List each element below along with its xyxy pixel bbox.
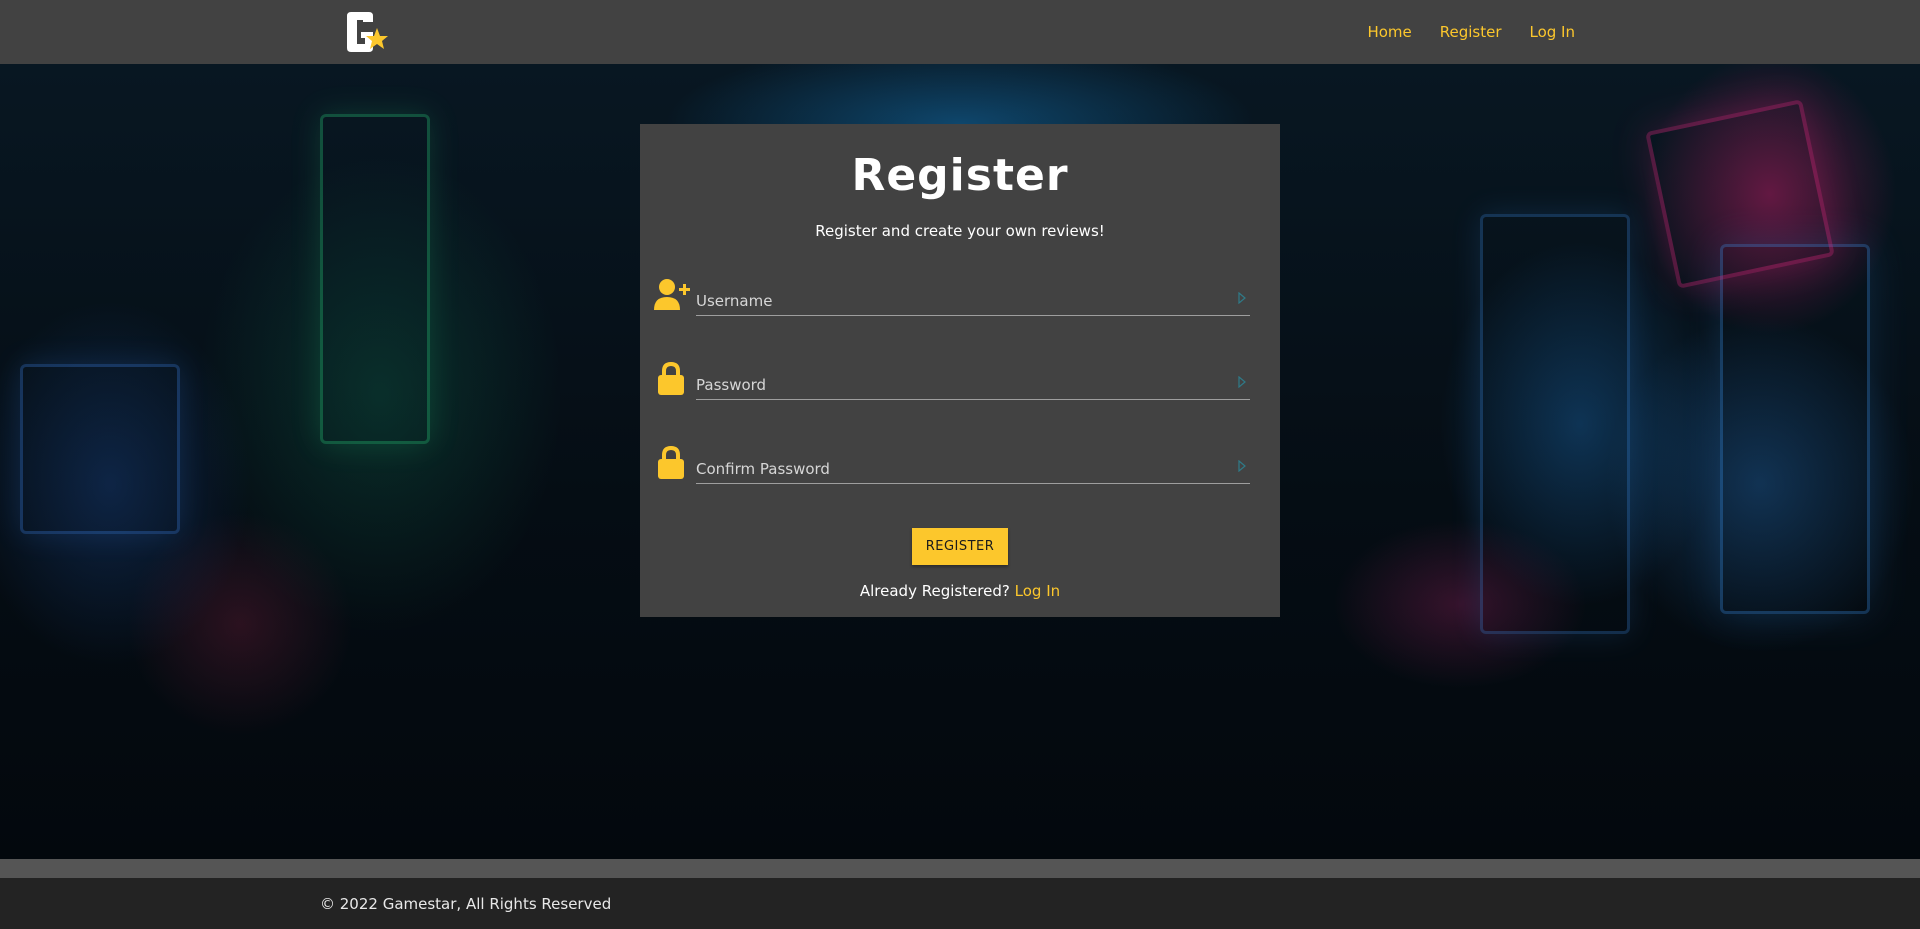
arcade-machine <box>320 114 430 444</box>
input-marker-icon <box>1238 376 1246 388</box>
page-subtitle: Register and create your own reviews! <box>815 222 1105 240</box>
neon-sign <box>1645 99 1835 289</box>
register-card: Register Register and create your own re… <box>640 124 1280 617</box>
user-plus-icon <box>654 279 690 310</box>
nav-home-link[interactable]: Home <box>1367 23 1411 41</box>
copyright-text: © 2022 Gamestar, All Rights Reserved <box>320 895 612 913</box>
login-link[interactable]: Log In <box>1015 582 1061 600</box>
lock-icon <box>658 446 684 479</box>
input-marker-icon <box>1238 292 1246 304</box>
confirm-password-input[interactable] <box>696 442 1250 484</box>
username-input[interactable] <box>696 274 1250 316</box>
already-registered-text: Already Registered? <box>859 582 1010 600</box>
footer-divider <box>0 859 1920 878</box>
lock-icon <box>658 362 684 395</box>
input-marker-icon <box>1238 460 1246 472</box>
arcade-machine <box>1480 214 1630 634</box>
confirm-password-field <box>654 442 1254 486</box>
already-registered-line: Already Registered? Log In <box>640 582 1280 600</box>
navbar: Home Register Log In <box>0 0 1920 64</box>
gamestar-logo-icon[interactable] <box>343 10 391 54</box>
nav-register-link[interactable]: Register <box>1440 23 1502 41</box>
footer: © 2022 Gamestar, All Rights Reserved <box>0 878 1920 929</box>
username-field <box>654 274 1254 318</box>
register-button[interactable]: REGISTER <box>912 528 1008 565</box>
password-field <box>654 358 1254 402</box>
page-title: Register <box>851 150 1069 201</box>
password-input[interactable] <box>696 358 1250 400</box>
nav-login-link[interactable]: Log In <box>1530 23 1576 41</box>
arcade-machine <box>20 364 180 534</box>
arcade-machine <box>1720 244 1870 614</box>
nav-links: Home Register Log In <box>1367 0 1575 64</box>
